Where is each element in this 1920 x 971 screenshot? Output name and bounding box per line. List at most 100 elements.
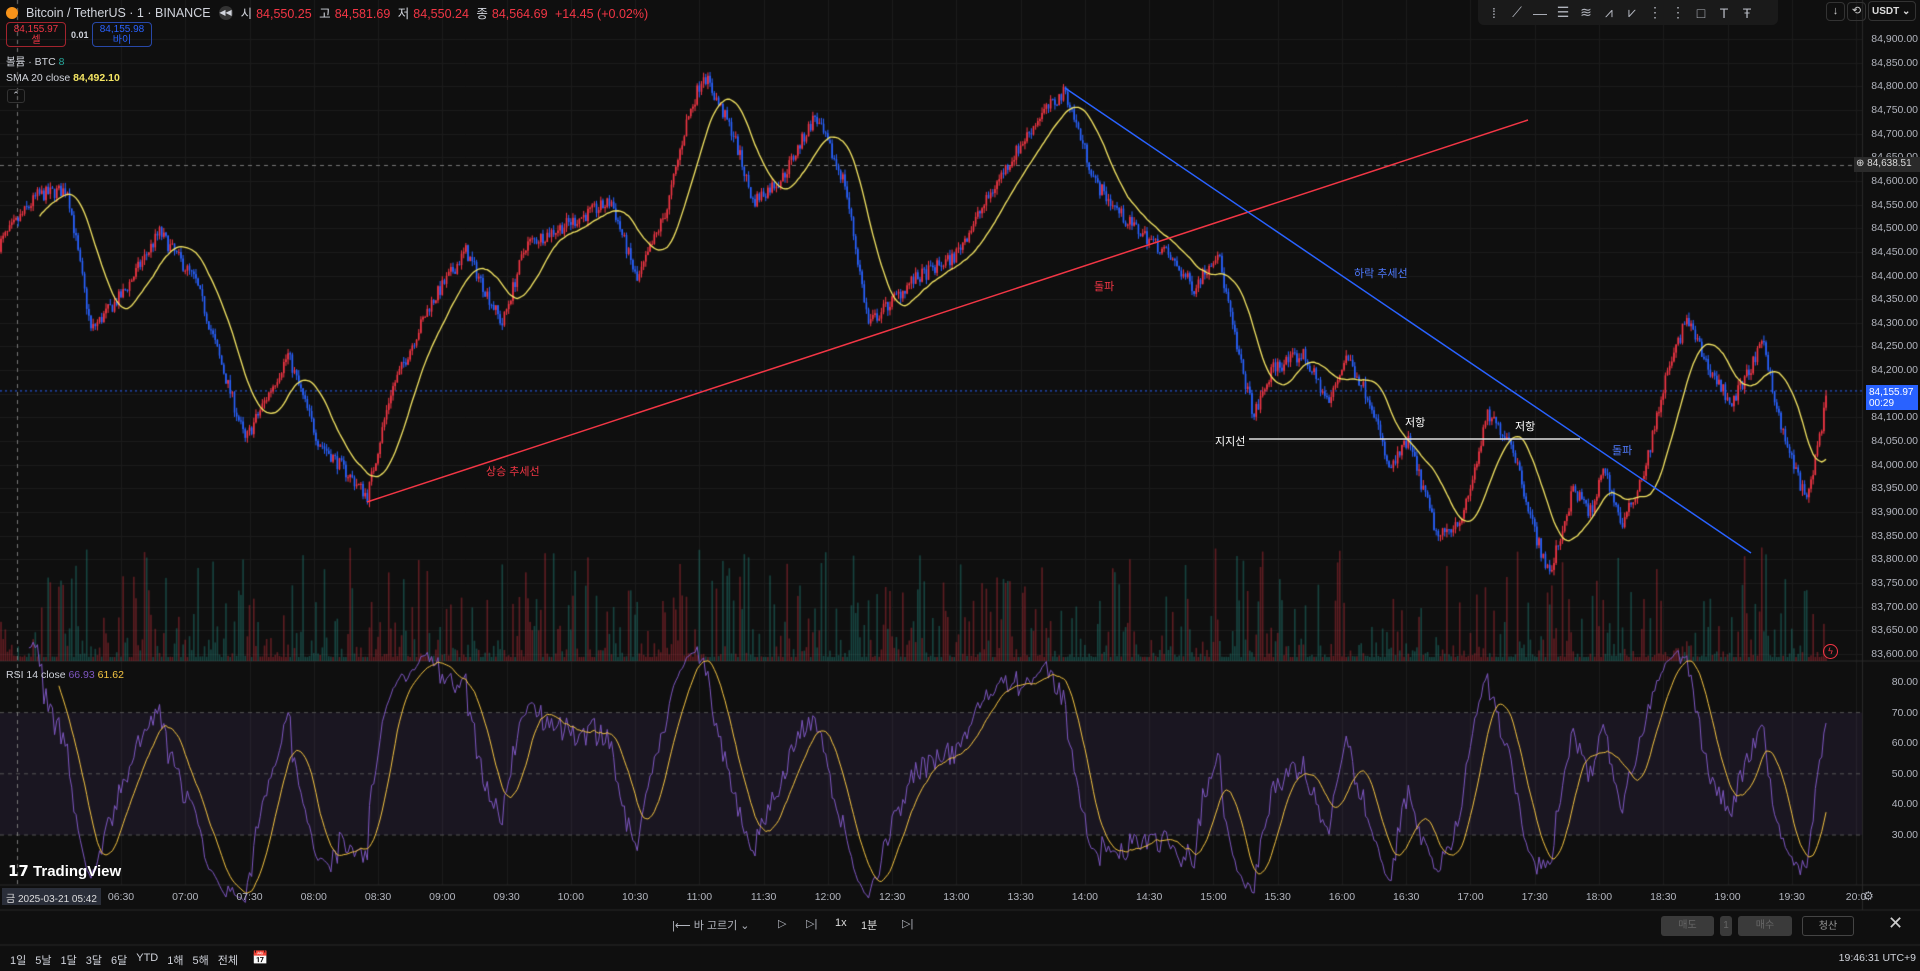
tradingview-logo[interactable]: 𝟭𝟳 TradingView — [8, 862, 121, 880]
time-tick: 10:30 — [621, 891, 649, 903]
time-tick: 12:30 — [878, 891, 906, 903]
step-forward-icon[interactable]: ▷| — [806, 917, 817, 930]
currency-select[interactable]: USDT ⌄ — [1868, 1, 1916, 21]
low-value: 84,550.24 — [413, 7, 469, 21]
rsi-tick: 30.00 — [1891, 829, 1918, 841]
time-tick: 16:00 — [1328, 891, 1356, 903]
sell-order-button[interactable]: 매도 — [1661, 916, 1714, 936]
quantity-field[interactable]: 1 — [1720, 916, 1732, 936]
time-tick: 18:30 — [1650, 891, 1677, 903]
range-button[interactable]: 6달 — [111, 952, 127, 968]
price-tick: 84,550.00 — [1871, 198, 1918, 211]
replay-rewind-icon[interactable]: ◀◀ — [218, 5, 233, 20]
range-button[interactable]: 5날 — [35, 952, 51, 968]
time-tick: 18:00 — [1585, 891, 1613, 903]
fib-retracement-icon[interactable]: ≋ — [1576, 4, 1596, 21]
horizontal-ray-icon[interactable]: — — [1530, 5, 1550, 21]
range-button[interactable]: 1달 — [61, 952, 77, 968]
time-tick: 17:00 — [1457, 891, 1484, 903]
rectangle-icon[interactable]: □ — [1691, 5, 1711, 21]
price-tick: 84,250.00 — [1871, 340, 1918, 353]
goto-date-icon[interactable]: 📅 — [252, 950, 268, 966]
open-label: 시 — [240, 7, 253, 21]
resistance-label-1[interactable]: 저항 — [1405, 414, 1425, 430]
drawing-toolbar: ⁞ ⟋ — ☰ ≋ ⩘ ⩗ ⋮ ⋮ □ T Ŧ — [1478, 0, 1778, 25]
range-button[interactable]: 1해 — [167, 952, 183, 968]
volume-legend[interactable]: 볼륨 · BTC 8 — [6, 54, 64, 69]
close-position-button[interactable]: 청산 — [1802, 916, 1854, 936]
time-tick: 15:00 — [1200, 891, 1227, 903]
price-tick: 84,300.00 — [1871, 316, 1918, 329]
select-bar-label: 바 고르기 — [693, 920, 738, 932]
time-tick: 09:00 — [429, 891, 456, 903]
symbol-header: Bitcoin / TetherUS · 1 · BINANCE ◀◀ 시 84,… — [6, 3, 652, 22]
price-tick: 84,350.00 — [1871, 293, 1918, 306]
symbol-title[interactable]: Bitcoin / TetherUS · 1 · BINANCE — [26, 6, 211, 20]
time-tick: 19:00 — [1714, 891, 1741, 903]
sma-legend[interactable]: SMA 20 close 84,492.10 — [6, 72, 120, 84]
time-tick: 19:30 — [1778, 891, 1805, 903]
downtrend-label[interactable]: 하락 추세선 — [1354, 265, 1408, 281]
trend-line-icon[interactable]: ⟋ — [1507, 4, 1527, 21]
time-tick: 07:00 — [172, 891, 199, 903]
parallel-channel-icon[interactable]: ☰ — [1553, 4, 1573, 21]
sma-label: SMA 20 close — [6, 72, 71, 84]
close-label: 종 — [476, 7, 488, 21]
buy-button[interactable]: 84,155.98 바이 — [92, 22, 152, 47]
drag-handle-icon[interactable]: ⁞ — [1484, 5, 1504, 21]
resistance-label-2[interactable]: 저항 — [1515, 418, 1535, 434]
breakout-label-2[interactable]: 돌파 — [1612, 442, 1632, 458]
price-tick: 84,200.00 — [1871, 364, 1918, 377]
range-button[interactable]: 5해 — [193, 952, 209, 968]
interval-button[interactable]: 1분 — [861, 917, 877, 933]
uptrend-line[interactable] — [366, 119, 1529, 503]
rsi-tick: 50.00 — [1891, 767, 1918, 780]
time-tick: 07:30 — [236, 891, 263, 903]
buy-order-button[interactable]: 매수 — [1738, 916, 1792, 936]
crosshair-time-label: 금 2025-03-21 05:42 — [2, 888, 101, 905]
range-button[interactable]: 3달 — [86, 952, 102, 968]
sync-icon[interactable]: ⟲ — [1847, 2, 1866, 21]
axis-settings-icon[interactable]: ⚙ — [1863, 889, 1874, 903]
sell-button[interactable]: 84,155.97 셀 — [6, 22, 66, 47]
downtrend-line[interactable] — [1064, 87, 1752, 554]
rsi-legend[interactable]: RSI 14 close 66.93 61.62 — [6, 669, 124, 681]
tradingview-wordmark: TradingView — [33, 863, 122, 880]
crosshair-price: 84,638.51 — [1867, 158, 1912, 169]
jump-to-realtime-icon[interactable]: ▷| — [902, 917, 913, 930]
price-tick: 83,800.00 — [1871, 553, 1918, 566]
time-tick: 14:00 — [1071, 891, 1099, 903]
play-icon[interactable]: ▷ — [778, 917, 786, 930]
arrow-down-icon[interactable]: ↓ — [1826, 2, 1845, 21]
abcd-pattern-icon[interactable]: ⩗ — [1622, 4, 1642, 21]
select-bar-button[interactable]: |⟵ 바 고르기 ⌄ — [672, 917, 750, 933]
elliott-wave-icon[interactable]: ⩘ — [1599, 4, 1619, 21]
long-position-icon[interactable]: ⋮ — [1645, 4, 1665, 21]
low-label: 저 — [397, 7, 410, 21]
price-tick: 84,100.00 — [1871, 411, 1918, 424]
high-label: 고 — [319, 7, 331, 21]
close-replay-icon[interactable]: ✕ — [1888, 913, 1903, 934]
anchored-text-icon[interactable]: Ŧ — [1737, 5, 1757, 21]
range-button[interactable]: 1일 — [10, 952, 26, 968]
range-button[interactable]: YTD — [136, 952, 158, 968]
support-label[interactable]: 지지선 — [1215, 433, 1245, 449]
uptrend-label[interactable]: 상승 추세선 — [486, 463, 540, 479]
short-position-icon[interactable]: ⋮ — [1668, 4, 1688, 21]
rsi-tick: 60.00 — [1891, 737, 1918, 750]
rsi-ma-value: 61.62 — [97, 669, 124, 681]
price-tick: 83,900.00 — [1871, 506, 1918, 518]
range-button[interactable]: 전체 — [218, 952, 238, 968]
time-tick: 08:00 — [300, 891, 327, 903]
collapse-legend-button[interactable]: ⌃ — [7, 89, 25, 103]
ohlc-values: 시 84,550.25 고 84,581.69 저 84,550.24 종 84,564… — [241, 3, 653, 22]
text-icon[interactable]: T — [1714, 5, 1734, 21]
time-tick: 13:00 — [943, 891, 970, 903]
time-tick: 11:30 — [750, 891, 777, 903]
speed-button[interactable]: 1x — [835, 917, 847, 929]
change-value: +14.45 (+0.02%) — [555, 7, 649, 21]
breakout-label-1[interactable]: 돌파 — [1094, 278, 1114, 294]
price-tick: 84,500.00 — [1871, 222, 1918, 235]
time-tick: 11:00 — [686, 891, 713, 903]
alert-flash-icon[interactable]: ϟ — [1823, 644, 1838, 659]
